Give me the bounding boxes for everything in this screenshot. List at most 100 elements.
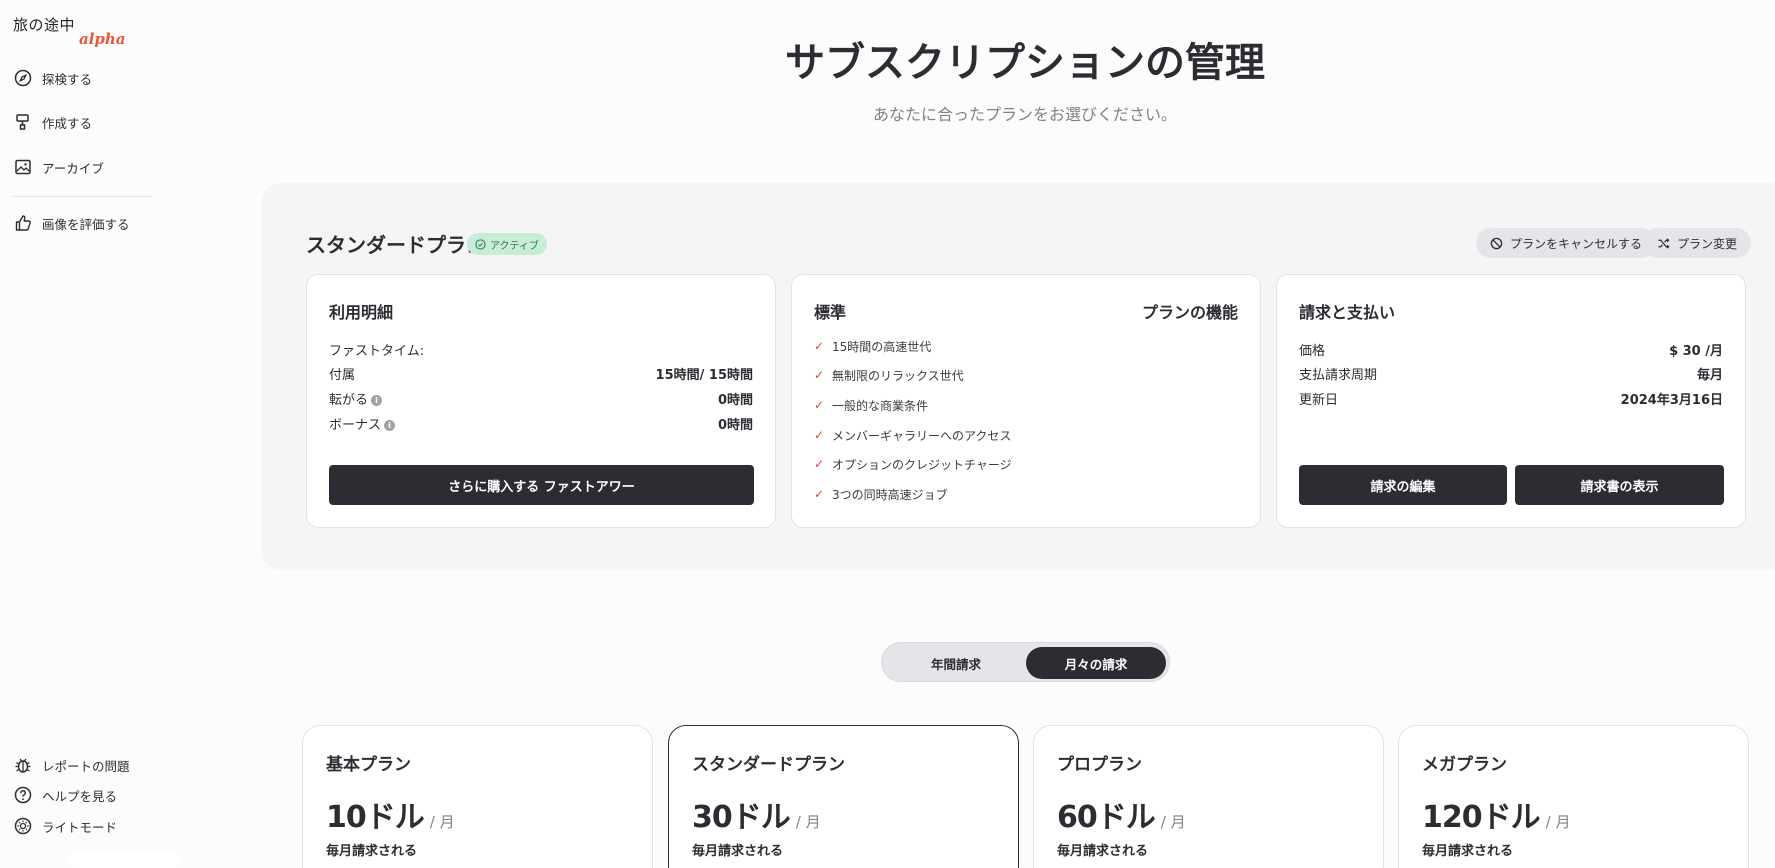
plan-card-price-value: 10ドル xyxy=(326,800,425,835)
plan-card-billing-note: 毎月請求される xyxy=(1422,844,1514,859)
feature-item: ✓ 15時間の高速世代 xyxy=(814,337,931,355)
view-invoices-button[interactable]: 請求書の表示 xyxy=(1515,465,1724,505)
info-icon[interactable]: i xyxy=(371,394,383,406)
usage-row-label: 付属 xyxy=(329,367,356,383)
usage-row-value: 0時間 xyxy=(717,392,753,408)
billing-period-toggle: 年間請求 月々の請求 xyxy=(881,642,1170,682)
features-title-right: プランの機能 xyxy=(1141,303,1238,322)
cancel-plan-button[interactable]: プランをキャンセルする xyxy=(1476,228,1657,258)
sidebar-item-archive[interactable]: アーカイブ xyxy=(14,156,104,178)
billing-row-label: 価格 xyxy=(1299,343,1326,359)
billing-row-value: $ 30 /月 xyxy=(1669,343,1723,359)
billing-row-value: 毎月 xyxy=(1696,367,1723,383)
plan-card-pro[interactable]: プロプラン 60ドル / 月 毎月請求される xyxy=(1033,725,1384,868)
billing-row-label: 更新日 xyxy=(1299,392,1339,408)
page-title: サブスクリプションの管理 xyxy=(785,40,1265,86)
usage-row-included: 付属 15時間/ 15時間 xyxy=(329,363,753,383)
edit-billing-button[interactable]: 請求の編集 xyxy=(1299,465,1507,505)
sidebar-item-create[interactable]: 作成する xyxy=(14,111,92,133)
sidebar-item-light-mode[interactable]: ライトモード xyxy=(14,815,117,837)
check-icon: ✓ xyxy=(814,339,825,353)
usage-row-rollover: 転がる i 0時間 xyxy=(329,388,753,408)
features-title: 標準 xyxy=(814,303,847,322)
plan-card-mega[interactable]: メガプラン 120ドル / 月 毎月請求される xyxy=(1398,725,1749,868)
feature-label: 15時間の高速世代 xyxy=(832,339,932,354)
sidebar-item-label: 探検する xyxy=(42,71,93,87)
billing-row-label: 支払請求周期 xyxy=(1299,367,1378,383)
sidebar-item-label: アーカイブ xyxy=(42,160,104,176)
buy-fast-hours-button[interactable]: さらに購入する ファストアワー xyxy=(329,465,754,505)
fast-time-row: ファストタイム: xyxy=(329,339,753,359)
usage-row-value: 15時間/ 15時間 xyxy=(655,367,753,383)
check-circle-icon xyxy=(475,238,486,250)
compass-icon xyxy=(14,69,32,87)
change-plan-label: プラン変更 xyxy=(1677,236,1738,251)
billing-row-value: 2024年3月16日 xyxy=(1620,392,1723,408)
plan-card-price: 30ドル / 月 xyxy=(692,792,821,836)
sidebar-item-help[interactable]: ヘルプを見る xyxy=(14,784,117,806)
info-icon[interactable]: i xyxy=(384,419,396,431)
feature-label: メンバーギャラリーへのアクセス xyxy=(832,428,1012,443)
sidebar-item-rate-images[interactable]: 画像を評価する xyxy=(14,212,130,234)
feature-label: 無制限のリラックス世代 xyxy=(832,368,964,383)
image-icon xyxy=(15,159,31,175)
plan-card-price: 60ドル / 月 xyxy=(1057,792,1186,836)
feature-item: ✓ オプションのクレジットチャージ xyxy=(814,455,1012,473)
bug-icon xyxy=(15,758,31,773)
annual-billing-option[interactable]: 年間請求 xyxy=(886,647,1026,679)
change-plan-button[interactable]: プラン変更 xyxy=(1643,228,1752,258)
fast-time-label: ファストタイム: xyxy=(329,343,425,359)
cancel-plan-label: プランをキャンセルする xyxy=(1510,236,1643,251)
plan-card-price-value: 60ドル xyxy=(1057,800,1156,835)
sidebar-item-report-issue[interactable]: レポートの問題 xyxy=(14,754,130,776)
plan-card-standard[interactable]: スタンダードプラン 30ドル / 月 毎月請求される xyxy=(668,725,1019,868)
usage-row-label: 転がる xyxy=(329,392,369,408)
plan-card-name: スタンダードプラン xyxy=(692,755,845,775)
sidebar-item-label: ヘルプを見る xyxy=(42,788,118,804)
ban-icon xyxy=(1490,237,1503,249)
status-badge-label: アクティブ xyxy=(490,240,539,252)
usage-row-bonus: ボーナス i 0時間 xyxy=(329,413,753,433)
check-icon: ✓ xyxy=(814,368,825,382)
plan-card-price: 120ドル / 月 xyxy=(1422,792,1570,836)
plan-features-card: 標準 プランの機能 ✓ 15時間の高速世代 ✓ 無制限のリラックス世代 ✓ 一般的な商… xyxy=(791,274,1261,528)
brand-logo[interactable]: 旅の途中 alpha xyxy=(13,14,126,48)
plan-card-name: 基本プラン xyxy=(326,755,411,775)
billing-row-cycle: 支払請求周期 毎月 xyxy=(1299,363,1723,383)
plan-card-price-unit: / 月 xyxy=(1545,813,1571,831)
feature-item: ✓ 一般的な商業条件 xyxy=(814,396,928,414)
plan-card-price-unit: / 月 xyxy=(795,813,821,831)
usage-card: 利用明細 ファストタイム: 付属 15時間/ 15時間 転がる i 0時間 ボーナ… xyxy=(306,274,776,528)
status-badge: アクティブ xyxy=(467,233,547,255)
shuffle-icon xyxy=(1658,237,1670,249)
plan-card-price: 10ドル / 月 xyxy=(326,792,455,836)
thumbs-up-icon xyxy=(15,215,31,231)
usage-title: 利用明細 xyxy=(329,303,394,322)
feature-label: 一般的な商業条件 xyxy=(832,398,929,413)
sidebar-item-explore[interactable]: 探検する xyxy=(14,67,92,89)
plan-card-price-unit: / 月 xyxy=(1160,813,1186,831)
plan-card-billing-note: 毎月請求される xyxy=(1057,844,1149,859)
feature-item: ✓ メンバーギャラリーへのアクセス xyxy=(814,426,1011,444)
page-subtitle: あなたに合ったプランをお選びください。 xyxy=(872,105,1177,124)
feature-item: ✓ 3つの同時高速ジョブ xyxy=(814,485,948,503)
sidebar-item-label: 画像を評価する xyxy=(42,216,130,232)
sidebar-item-label: ライトモード xyxy=(42,819,118,835)
feature-item: ✓ 無制限のリラックス世代 xyxy=(814,366,964,384)
plan-card-name: プロプラン xyxy=(1057,755,1142,775)
plan-card-billing-note: 毎月請求される xyxy=(326,844,418,859)
sidebar-divider xyxy=(12,196,152,197)
plan-card-billing-note: 毎月請求される xyxy=(692,844,784,859)
help-circle-icon xyxy=(14,786,32,804)
current-plan-name: スタンダードプラン xyxy=(306,233,486,257)
check-icon: ✓ xyxy=(814,398,825,412)
sidebar-item-label: 作成する xyxy=(42,115,93,131)
sidebar-overlay xyxy=(70,850,180,868)
sidebar-item-label: レポートの問題 xyxy=(42,758,130,774)
paintbrush-icon xyxy=(16,114,29,130)
sun-icon xyxy=(14,817,32,835)
plan-card-basic[interactable]: 基本プラン 10ドル / 月 毎月請求される xyxy=(302,725,653,868)
feature-label: オプションのクレジットチャージ xyxy=(832,457,1012,472)
brand-alpha-tag: alpha xyxy=(79,30,126,48)
monthly-billing-option[interactable]: 月々の請求 xyxy=(1026,647,1166,679)
